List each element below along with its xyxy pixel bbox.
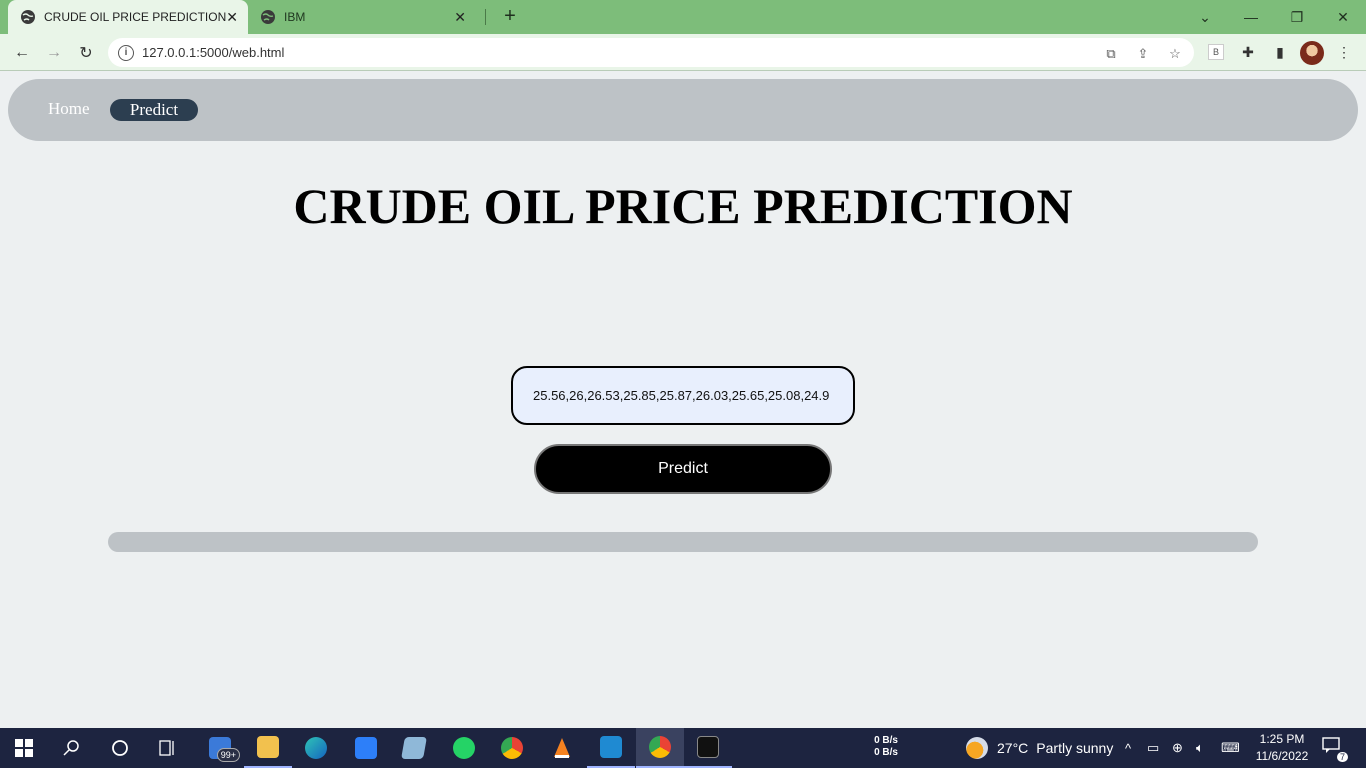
extension-b-icon[interactable]: B	[1208, 44, 1224, 60]
close-window-button[interactable]: ✕	[1320, 0, 1366, 34]
predict-button[interactable]: Predict	[534, 444, 832, 494]
profile-avatar[interactable]	[1300, 41, 1324, 65]
new-tab-button[interactable]: +	[498, 4, 522, 28]
terminal-icon[interactable]	[684, 728, 732, 768]
close-tab-icon[interactable]: ✕	[226, 9, 238, 26]
chrome-profile-icon[interactable]	[636, 728, 684, 768]
whatsapp-icon[interactable]	[440, 728, 488, 768]
tab-crude-oil[interactable]: CRUDE OIL PRICE PREDICTION ✕	[8, 0, 248, 34]
browser-tabstrip: CRUDE OIL PRICE PREDICTION ✕ IBM ✕ + ⌄ —…	[0, 0, 1366, 34]
windows-taskbar: 99+ 0 B/s 0 B/s 27°C Partly sunny ^ ▭ ⊕ …	[0, 728, 1366, 768]
vscode-icon[interactable]	[587, 728, 635, 768]
windows-logo-icon	[15, 739, 33, 757]
forward-button[interactable]: →	[41, 40, 67, 66]
address-bar[interactable]: i 127.0.0.1:5000/web.html ⧉ ⇪ ☆	[108, 38, 1194, 67]
prediction-result-bar	[108, 532, 1258, 552]
task-view-icon[interactable]	[144, 728, 192, 768]
extensions-puzzle-icon[interactable]: ✚	[1237, 41, 1259, 63]
minimize-button[interactable]: —	[1228, 0, 1274, 34]
clock-time: 1:25 PM	[1259, 732, 1305, 746]
price-input-container	[511, 366, 855, 425]
menu-kebab-icon[interactable]: ⋮	[1333, 41, 1355, 63]
close-tab-icon[interactable]: ✕	[454, 9, 466, 26]
bookmark-star-icon[interactable]: ☆	[1166, 45, 1184, 63]
weather-widget[interactable]: 27°C Partly sunny	[966, 728, 1113, 768]
cortana-icon[interactable]	[96, 728, 144, 768]
store-icon[interactable]	[342, 728, 390, 768]
notification-count: 7	[1336, 752, 1348, 762]
page-title: CRUDE OIL PRICE PREDICTION	[293, 178, 1073, 234]
globe-icon	[20, 9, 36, 25]
edge-icon[interactable]	[292, 728, 340, 768]
translate-icon[interactable]: ⧉	[1102, 45, 1120, 63]
tab-search-icon[interactable]: ⌄	[1182, 0, 1228, 34]
partly-sunny-icon	[966, 737, 988, 759]
start-button[interactable]	[0, 728, 48, 768]
network-globe-icon[interactable]: ⊕	[1172, 728, 1183, 768]
mail-icon[interactable]: 99+	[196, 728, 244, 768]
show-hidden-icons-chevron-icon[interactable]: ^	[1125, 728, 1131, 768]
clock-date: 11/6/2022	[1255, 749, 1309, 763]
browser-toolbar: ← → ↻ i 127.0.0.1:5000/web.html ⧉ ⇪ ☆ B …	[0, 34, 1366, 71]
net-down-speed: 0 B/s	[874, 747, 898, 758]
nav-predict-link[interactable]: Predict	[110, 99, 198, 121]
vlc-icon[interactable]	[538, 728, 586, 768]
tab-title: IBM	[284, 10, 306, 24]
share-icon[interactable]: ⇪	[1134, 45, 1152, 63]
side-panel-icon[interactable]: ▮	[1269, 41, 1291, 63]
globe-icon	[260, 9, 276, 25]
site-info-icon[interactable]: i	[118, 44, 134, 61]
keyboard-icon[interactable]: ⌨	[1221, 728, 1240, 768]
tab-ibm[interactable]: IBM ✕	[248, 0, 486, 34]
reload-button[interactable]: ↻	[73, 40, 99, 66]
mail-badge: 99+	[216, 748, 240, 762]
tab-title: CRUDE OIL PRICE PREDICTION	[44, 10, 227, 24]
net-up-speed: 0 B/s	[874, 735, 898, 746]
search-icon[interactable]	[48, 728, 96, 768]
url-text: 127.0.0.1:5000/web.html	[142, 45, 285, 60]
nav-home-link[interactable]: Home	[48, 99, 90, 119]
chrome-icon[interactable]	[488, 728, 536, 768]
restore-button[interactable]: ❐	[1274, 0, 1320, 34]
network-speed: 0 B/s 0 B/s	[868, 735, 898, 759]
file-explorer-icon[interactable]	[244, 728, 292, 768]
battery-icon[interactable]: ▭	[1147, 728, 1159, 768]
notepad-icon[interactable]	[390, 728, 438, 768]
clock[interactable]: 1:25 PM 11/6/2022	[1250, 731, 1314, 765]
weather-temp: 27°C	[997, 740, 1029, 756]
price-sequence-input[interactable]	[533, 388, 833, 403]
web-page: Home Predict CRUDE OIL PRICE PREDICTION …	[0, 71, 1366, 728]
weather-desc: Partly sunny	[1036, 740, 1114, 756]
back-button[interactable]: ←	[9, 40, 35, 66]
volume-icon[interactable]: 🔈︎	[1196, 728, 1204, 768]
site-navbar: Home Predict	[8, 79, 1358, 141]
notification-center-icon[interactable]: 7	[1322, 737, 1348, 762]
